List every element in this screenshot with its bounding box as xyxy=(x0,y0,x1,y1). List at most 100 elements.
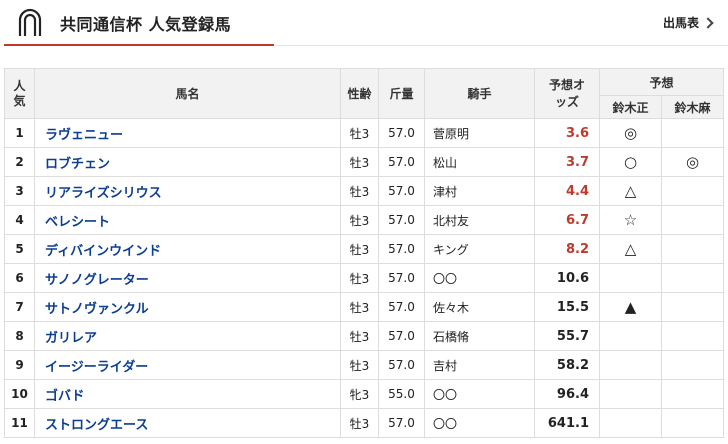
predict-mark-1 xyxy=(599,350,662,380)
rank-cell: 4 xyxy=(4,205,35,235)
sex-age-cell: 牡3 xyxy=(340,176,379,206)
header-predictor-2: 鈴木麻 xyxy=(660,95,725,119)
predict-mark-2 xyxy=(660,234,725,264)
sex-age-cell: 牡3 xyxy=(340,205,379,235)
weight-cell: 57.0 xyxy=(378,234,425,264)
jockey-cell: 松山 xyxy=(424,147,535,177)
sex-age-cell: 牡3 xyxy=(340,234,379,264)
horseshoe-icon xyxy=(18,8,42,36)
horse-name-link[interactable]: ロブチェン xyxy=(34,147,341,177)
jockey-cell: キング xyxy=(424,234,535,264)
predict-mark-1: △ xyxy=(599,176,662,206)
weight-cell: 57.0 xyxy=(378,147,425,177)
predict-mark-2 xyxy=(660,205,725,235)
jockey-cell: 〇〇 xyxy=(424,408,535,438)
page-header: 共同通信杯 人気登録馬 出馬表 xyxy=(0,0,728,46)
horse-name-link[interactable]: サノノグレーター xyxy=(34,263,341,293)
horse-name-link[interactable]: イージーライダー xyxy=(34,350,341,380)
predict-mark-1: ◎ xyxy=(599,118,662,148)
popularity-table: 人気 馬名 性齢 斤量 騎手 予想オッズ 予想 鈴木正 鈴木麻 1 ラヴェニュー牡… xyxy=(4,68,725,438)
entry-table-link-label[interactable]: 出馬表 xyxy=(663,14,699,31)
predict-mark-1: ☆ xyxy=(599,205,662,235)
weight-cell: 57.0 xyxy=(378,118,425,148)
odds-cell: 8.2 xyxy=(534,234,600,264)
horse-name-link[interactable]: リアライズシリウス xyxy=(34,176,341,206)
rank-cell: 5 xyxy=(4,234,35,264)
weight-cell: 57.0 xyxy=(378,350,425,380)
horse-name-link[interactable]: ディバインウインド xyxy=(34,234,341,264)
horse-name-link[interactable]: ベレシート xyxy=(34,205,341,235)
rank-cell: 9 xyxy=(4,350,35,380)
horse-name-link[interactable]: ストロングエース xyxy=(34,408,341,438)
odds-cell: 58.2 xyxy=(534,350,600,380)
table-row: 10 ゴバド 牝3 55.0 〇〇 96.4 xyxy=(4,379,725,409)
weight-cell: 57.0 xyxy=(378,292,425,322)
weight-cell: 57.0 xyxy=(378,408,425,438)
predict-mark-1: ○ xyxy=(599,147,662,177)
horse-name-link[interactable]: ラヴェニュー xyxy=(34,118,341,148)
jockey-cell: 〇〇 xyxy=(424,379,535,409)
predict-mark-1: ▲ xyxy=(599,292,662,322)
odds-cell: 15.5 xyxy=(534,292,600,322)
predict-mark-1: △ xyxy=(599,234,662,264)
header-name: 馬名 xyxy=(34,68,341,119)
rank-cell: 1 xyxy=(4,118,35,148)
predict-mark-2 xyxy=(660,263,725,293)
predict-mark-2 xyxy=(660,292,725,322)
header-weight: 斤量 xyxy=(378,68,425,119)
header-predictor-1: 鈴木正 xyxy=(599,95,662,119)
table-row: 11 ストロングエース 牡3 57.0 〇〇 641.1 xyxy=(4,408,725,438)
odds-cell: 3.7 xyxy=(534,147,600,177)
table-row: 2 ロブチェン 牡3 57.0 松山 3.7 ○ ◎ xyxy=(4,147,725,177)
rank-cell: 3 xyxy=(4,176,35,206)
predict-mark-1 xyxy=(599,263,662,293)
sex-age-cell: 牡3 xyxy=(340,263,379,293)
rank-cell: 7 xyxy=(4,292,35,322)
odds-cell: 3.6 xyxy=(534,118,600,148)
chevron-right-icon xyxy=(702,16,714,29)
odds-cell: 6.7 xyxy=(534,205,600,235)
table-row: 1 ラヴェニュー 牡3 57.0 菅原明 3.6 ◎ xyxy=(4,118,725,148)
sex-age-cell: 牡3 xyxy=(340,292,379,322)
header-divider xyxy=(274,45,728,46)
predict-mark-2 xyxy=(660,176,725,206)
odds-cell: 55.7 xyxy=(534,321,600,351)
sex-age-cell: 牡3 xyxy=(340,147,379,177)
horse-name-link[interactable]: サトノヴァンクル xyxy=(34,292,341,322)
title-underline xyxy=(4,44,274,46)
rank-cell: 6 xyxy=(4,263,35,293)
predict-mark-1 xyxy=(599,321,662,351)
horse-name-link[interactable]: ガリレア xyxy=(34,321,341,351)
odds-cell: 4.4 xyxy=(534,176,600,206)
header-jockey: 騎手 xyxy=(424,68,535,119)
table-row: 4 ベレシート 牡3 57.0 北村友 6.7 ☆ xyxy=(4,205,725,235)
jockey-cell: 北村友 xyxy=(424,205,535,235)
sex-age-cell: 牡3 xyxy=(340,350,379,380)
horse-name-link[interactable]: ゴバド xyxy=(34,379,341,409)
table-row: 5 ディバインウインド 牡3 57.0 キング 8.2 △ xyxy=(4,234,725,264)
weight-cell: 55.0 xyxy=(378,379,425,409)
weight-cell: 57.0 xyxy=(378,176,425,206)
jockey-cell: 菅原明 xyxy=(424,118,535,148)
rank-cell: 11 xyxy=(4,408,35,438)
predict-mark-2 xyxy=(660,118,725,148)
table-row: 6 サノノグレーター 牡3 57.0 〇〇 10.6 xyxy=(4,263,725,293)
header-predict-group: 予想 xyxy=(598,68,725,96)
jockey-cell: 佐々木 xyxy=(424,292,535,322)
sex-age-cell: 牡3 xyxy=(340,408,379,438)
rank-cell: 2 xyxy=(4,147,35,177)
predict-mark-2: ◎ xyxy=(660,147,725,177)
predict-mark-1 xyxy=(599,379,662,409)
predict-mark-2 xyxy=(660,379,725,409)
rank-cell: 8 xyxy=(4,321,35,351)
jockey-cell: 石橋脩 xyxy=(424,321,535,351)
weight-cell: 57.0 xyxy=(378,263,425,293)
jockey-cell: 〇〇 xyxy=(424,263,535,293)
table-row: 3 リアライズシリウス 牡3 57.0 津村 4.4 △ xyxy=(4,176,725,206)
weight-cell: 57.0 xyxy=(378,321,425,351)
odds-cell: 10.6 xyxy=(534,263,600,293)
sex-age-cell: 牡3 xyxy=(340,118,379,148)
header-odds: 予想オッズ xyxy=(534,68,600,119)
entry-table-link[interactable]: 出馬表 xyxy=(663,14,714,31)
rank-cell: 10 xyxy=(4,379,35,409)
